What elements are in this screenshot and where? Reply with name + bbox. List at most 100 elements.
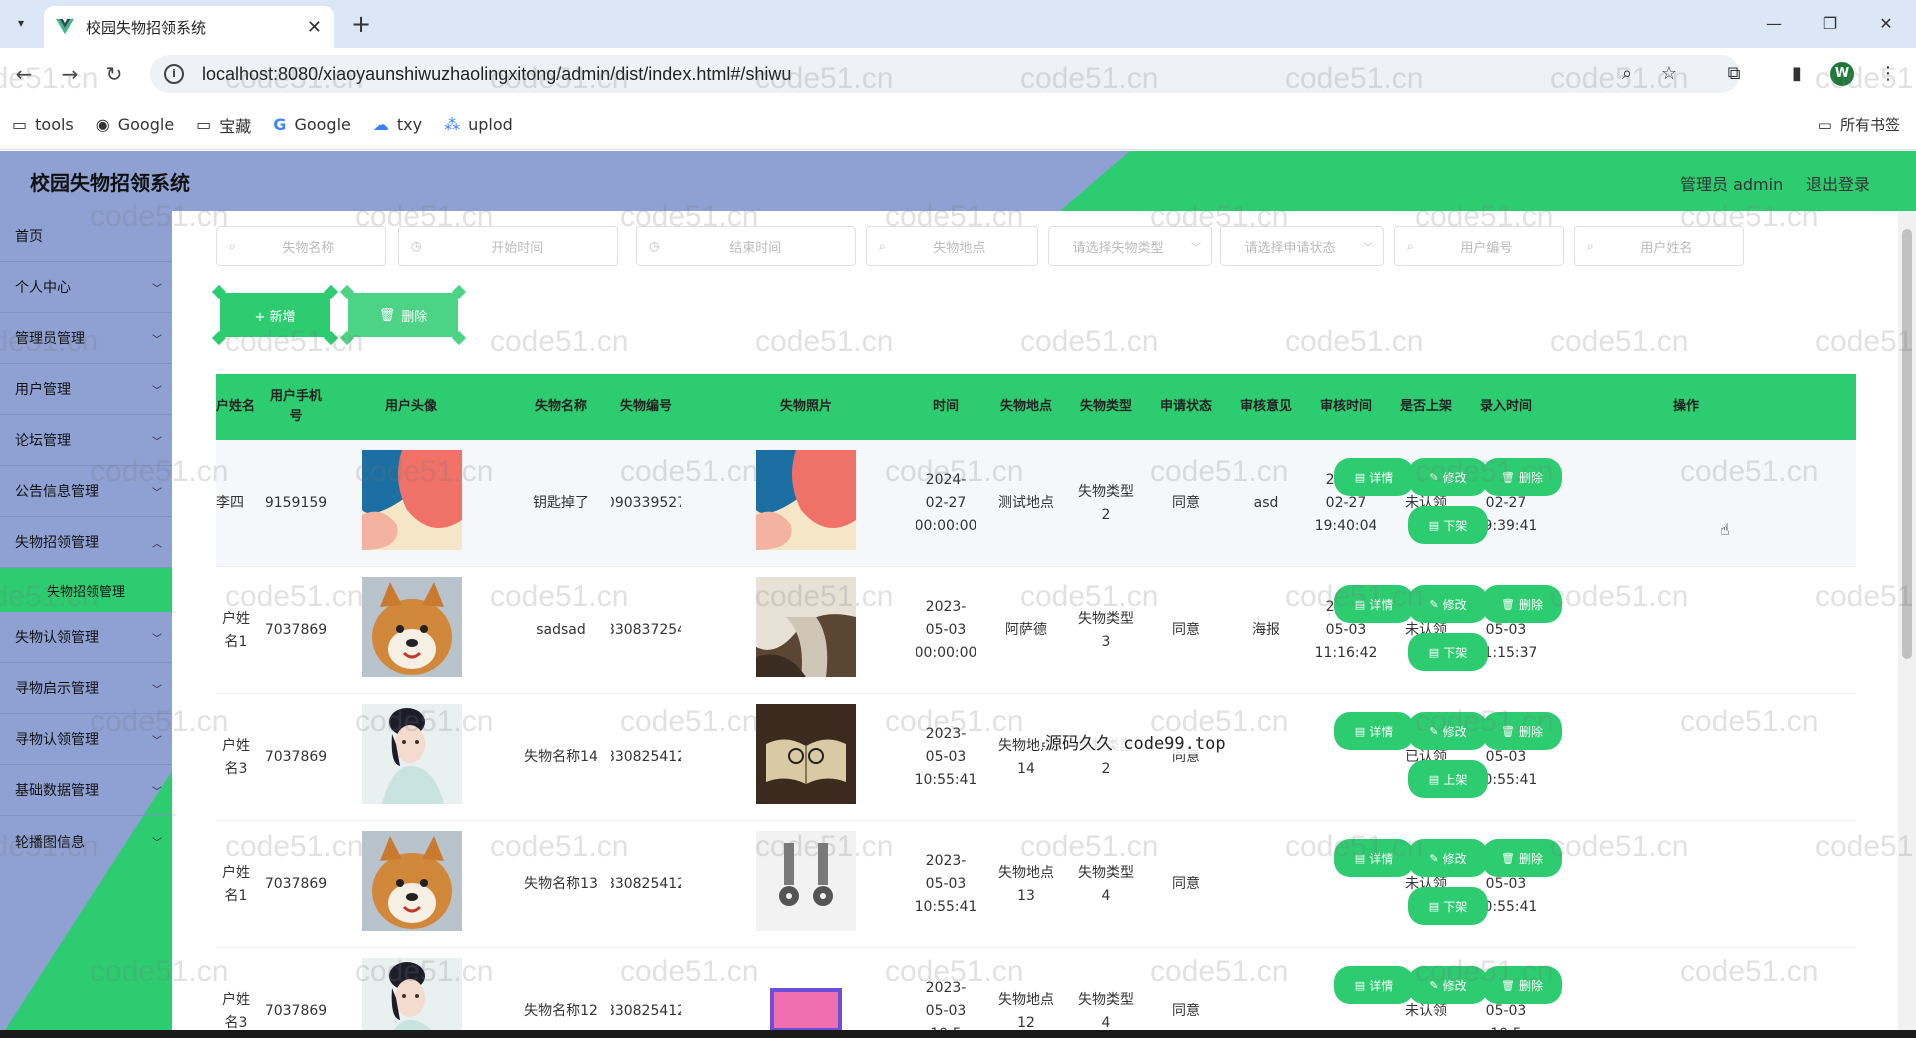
add-button[interactable]: + 新增	[211, 284, 339, 346]
more-menu-icon[interactable]: ⋮	[1874, 60, 1902, 88]
edit-button[interactable]: ✎ 修改	[1410, 587, 1486, 621]
url-text[interactable]: localhost:8080/xiaoyaunshiwuzhaolingxito…	[202, 64, 791, 85]
detail-button[interactable]: ▤ 详情	[1336, 460, 1412, 494]
zoom-icon[interactable]: ⌕	[1613, 60, 1641, 88]
delete-button[interactable]: 🗑 删除	[1484, 841, 1560, 875]
shelf-toggle-button[interactable]: ▤ 下架	[1410, 508, 1486, 542]
edit-button[interactable]: ✎ 修改	[1410, 460, 1486, 494]
edit-button[interactable]: ✎ 修改	[1410, 968, 1486, 1002]
delete-button-label: 删除	[1518, 470, 1543, 485]
cell-opinion	[1236, 821, 1296, 948]
all-bookmarks[interactable]: ▭ 所有书签	[1818, 114, 1900, 135]
batch-delete-button[interactable]: 🗑 删除	[339, 284, 467, 346]
bookmark-tools[interactable]: ▭ tools	[12, 115, 74, 134]
col-audit-time: 审核时间	[1319, 399, 1372, 414]
bookmark-google-2[interactable]: G Google	[273, 115, 351, 134]
tab-search-dropdown-icon[interactable]: ▾	[8, 10, 34, 36]
bookmark-uplod[interactable]: ⁂ uplod	[444, 115, 513, 134]
table-row: 户姓名1 17703786901 失物名称13 1683082541271 2023-0…	[216, 821, 1856, 948]
sidebar-item-home[interactable]: 首页	[0, 211, 172, 262]
col-time: 时间	[932, 399, 959, 414]
delete-button-label: 删除	[1518, 851, 1543, 866]
chevron-down-icon: ﹀	[152, 634, 162, 645]
start-time-input[interactable]: ◷ 开始时间	[398, 226, 618, 266]
browser-tab[interactable]: 校园失物招领系统 ✕	[44, 6, 334, 48]
sidebar-item-claims[interactable]: 失物认领管理 ﹀	[0, 612, 172, 663]
end-time-input[interactable]: ◷ 结束时间	[636, 226, 856, 266]
detail-button[interactable]: ▤ 详情	[1336, 714, 1412, 748]
header-decoration	[1060, 151, 1916, 211]
folder-icon: ▭	[12, 115, 28, 134]
cell-no: 1683082541220	[611, 1003, 681, 1019]
bookmark-star-icon[interactable]: ☆	[1655, 60, 1683, 88]
new-tab-button[interactable]: +	[346, 10, 376, 38]
sidebar-item-personal[interactable]: 个人中心 ﹀	[0, 262, 172, 313]
scrollbar-thumb[interactable]	[1902, 229, 1912, 659]
sidebar-item-search-claims[interactable]: 寻物认领管理 ﹀	[0, 714, 172, 765]
sidebar-item-users[interactable]: 用户管理 ﹀	[0, 364, 172, 415]
edit-button[interactable]: ✎ 修改	[1410, 841, 1486, 875]
close-window-icon[interactable]: ✕	[1866, 10, 1906, 38]
sidepanel-icon[interactable]: ▮	[1783, 60, 1811, 88]
back-icon[interactable]: ←	[10, 60, 38, 88]
cell-place: 阿萨德	[1005, 622, 1047, 638]
detail-button[interactable]: ▤ 详情	[1336, 841, 1412, 875]
item-name-input[interactable]: ⌕ 失物名称	[216, 226, 386, 266]
bookmark-google[interactable]: ◉ Google	[96, 115, 174, 134]
bookmark-txy[interactable]: ☁ txy	[373, 115, 422, 134]
logout-button[interactable]: 退出登录	[1806, 171, 1870, 195]
sidebar-item-base-data[interactable]: 基础数据管理 ﹀	[0, 765, 172, 816]
google-icon: G	[273, 115, 287, 134]
restore-icon[interactable]: ❐	[1810, 10, 1850, 38]
reload-icon[interactable]: ↻	[100, 60, 128, 88]
detail-button-label: 详情	[1369, 597, 1394, 612]
cell-item: sadsad	[536, 622, 586, 638]
chevron-down-icon: ﹀	[152, 787, 162, 798]
cell-no: 1683082541223	[611, 749, 681, 765]
search-icon: ⌕	[1407, 238, 1414, 253]
col-item-name: 失物名称	[534, 399, 587, 414]
url-bar[interactable]: i localhost:8080/xiaoyaunshiwuzhaolingxi…	[150, 55, 1740, 93]
user-no-input[interactable]: ⌕ 用户编号	[1394, 226, 1564, 266]
status-select[interactable]: 请选择申请状态 ﹀	[1220, 226, 1384, 266]
chevron-down-icon: ﹀	[1191, 243, 1201, 254]
site-info-icon[interactable]: i	[164, 64, 184, 84]
sidebar-item-forum[interactable]: 论坛管理 ﹀	[0, 415, 172, 466]
minimize-icon[interactable]: —	[1754, 10, 1794, 38]
edit-button[interactable]: ✎ 修改	[1410, 714, 1486, 748]
shelf-toggle-button[interactable]: ▤ 下架	[1410, 635, 1486, 669]
detail-button[interactable]: ▤ 详情	[1336, 587, 1412, 621]
address-bar-row: ← → ↻ i localhost:8080/xiaoyaunshiwuzhao…	[0, 48, 1916, 100]
forward-icon[interactable]: →	[56, 60, 84, 88]
cell-item: 失物名称13	[524, 876, 598, 892]
cell-item: 失物名称14	[524, 749, 598, 765]
extensions-icon[interactable]: ⧉	[1720, 60, 1748, 88]
bookmark-baozang[interactable]: ▭ 宝藏	[196, 113, 251, 137]
trash-icon: 🗑	[1501, 597, 1515, 611]
delete-button[interactable]: 🗑 删除	[1484, 587, 1560, 621]
detail-button[interactable]: ▤ 详情	[1336, 968, 1412, 1002]
place-input[interactable]: ⌕ 失物地点	[866, 226, 1038, 266]
page-scrollbar[interactable]	[1898, 211, 1916, 1038]
close-tab-icon[interactable]: ✕	[307, 17, 322, 38]
sidebar-item-admins[interactable]: 管理员管理 ﹀	[0, 313, 172, 364]
sidebar-item-carousel[interactable]: 轮播图信息 ﹀	[0, 816, 172, 867]
type-select[interactable]: 请选择失物类型 ﹀	[1048, 226, 1212, 266]
delete-button[interactable]: 🗑 删除	[1484, 714, 1560, 748]
shelf-toggle-button[interactable]: ▤ 上架	[1410, 762, 1486, 796]
sidebar-item-lost-found[interactable]: 失物招领管理 ︿	[0, 517, 172, 568]
browser-tab-bar: ▾ 校园失物招领系统 ✕ + — ❐ ✕	[0, 0, 1916, 48]
profile-avatar[interactable]: W	[1830, 62, 1854, 86]
button-corner-decoration	[339, 284, 355, 300]
user-name-input[interactable]: ⌕ 用户姓名	[1574, 226, 1744, 266]
detail-button-label: 详情	[1369, 851, 1394, 866]
delete-button[interactable]: 🗑 删除	[1484, 460, 1560, 494]
sidebar-item-search-notices[interactable]: 寻物启示管理 ﹀	[0, 663, 172, 714]
cell-no: 1683082541271	[611, 876, 681, 892]
delete-button[interactable]: 🗑 删除	[1484, 968, 1560, 1002]
sidebar-item-notices[interactable]: 公告信息管理 ﹀	[0, 466, 172, 517]
shelf-toggle-button[interactable]: ▤ 下架	[1410, 889, 1486, 923]
item-photo	[756, 704, 856, 804]
sidebar-subitem-lost-found-active[interactable]: 失物招领管理	[0, 568, 172, 612]
chevron-down-icon: ﹀	[152, 736, 162, 747]
